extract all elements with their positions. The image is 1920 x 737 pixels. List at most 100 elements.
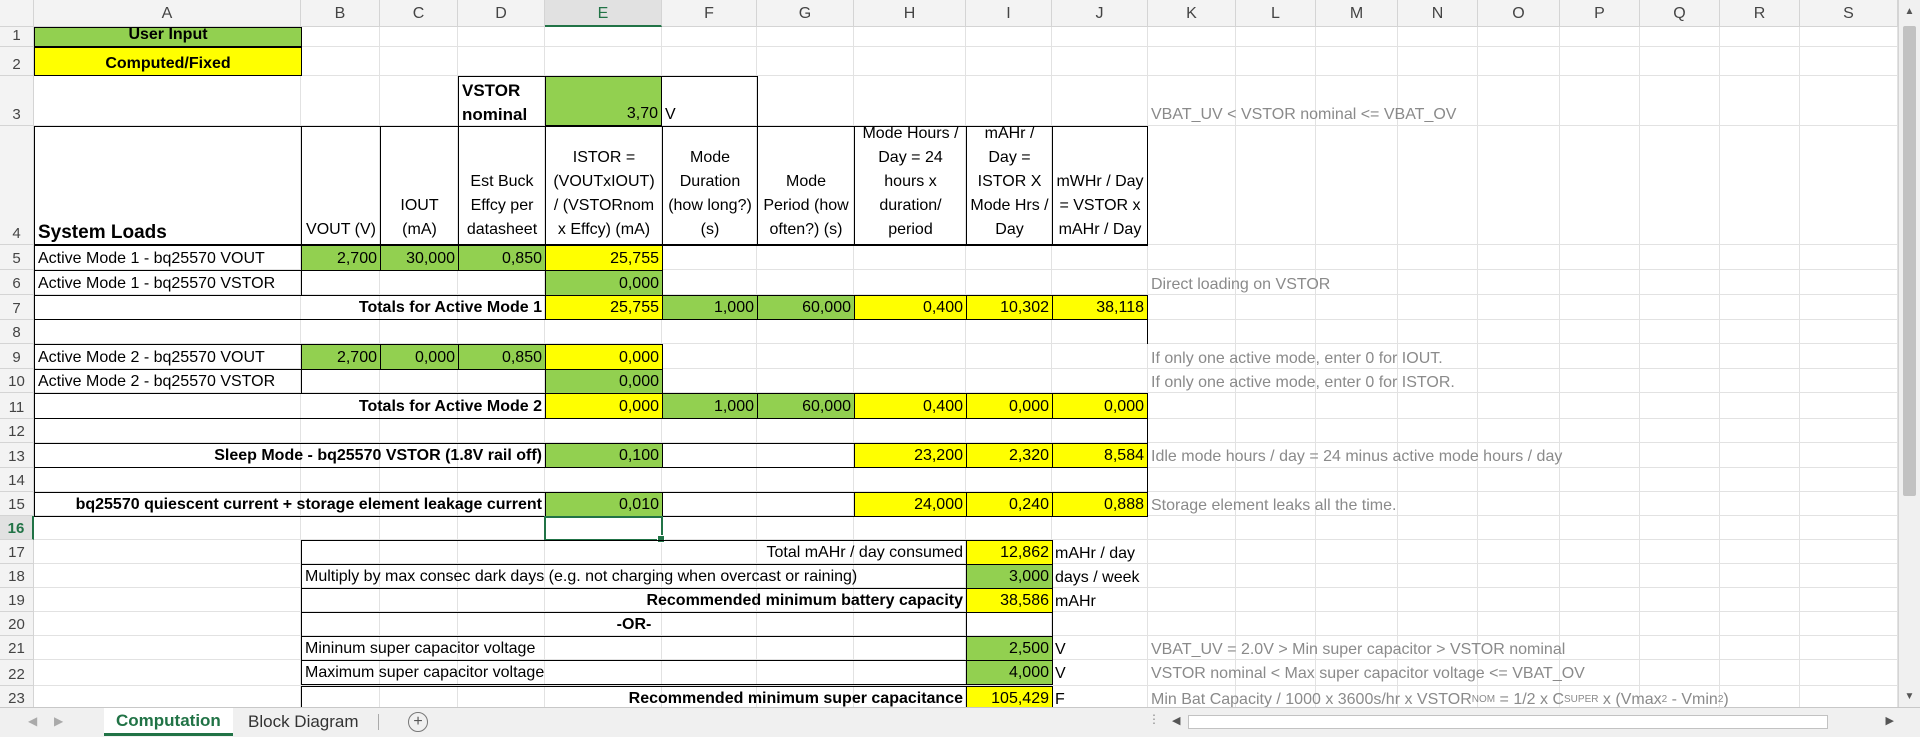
row23-value[interactable]: 105,429 bbox=[966, 686, 1053, 707]
row11-mahr[interactable]: 0,000 bbox=[966, 393, 1053, 419]
row-header-8[interactable]: 8 bbox=[0, 320, 34, 344]
legend-user-input[interactable]: User Input bbox=[34, 27, 302, 47]
row6-label[interactable]: Active Mode 1 - bq25570 VSTOR bbox=[34, 270, 302, 296]
column-header-H[interactable]: H bbox=[854, 0, 966, 27]
select-all-corner[interactable] bbox=[0, 0, 34, 27]
row7-period[interactable]: 60,000 bbox=[757, 295, 855, 320]
row7-label[interactable]: Totals for Active Mode 1 bbox=[34, 295, 546, 320]
row19-value[interactable]: 38,586 bbox=[966, 588, 1053, 613]
row-header-11[interactable]: 11 bbox=[0, 393, 34, 419]
row-header-13[interactable]: 13 bbox=[0, 443, 34, 468]
row5-effcy[interactable]: 0,850 bbox=[458, 245, 546, 271]
row-header-6[interactable]: 6 bbox=[0, 270, 34, 295]
row6-istor[interactable]: 0,000 bbox=[545, 270, 663, 296]
row-header-18[interactable]: 18 bbox=[0, 564, 34, 588]
row-header-23[interactable]: 23 bbox=[0, 686, 34, 707]
row15-mahr[interactable]: 0,240 bbox=[966, 492, 1053, 517]
row9-label[interactable]: Active Mode 2 - bq25570 VOUT bbox=[34, 344, 302, 370]
row9-effcy[interactable]: 0,850 bbox=[458, 344, 546, 370]
row19-label[interactable]: Recommended minimum battery capacity bbox=[301, 588, 967, 613]
column-header-F[interactable]: F bbox=[662, 0, 757, 27]
row5-vout[interactable]: 2,700 bbox=[301, 245, 381, 271]
column-header-E[interactable]: E bbox=[545, 0, 662, 27]
row-header-4[interactable]: 4 bbox=[0, 126, 34, 245]
row10-istor[interactable]: 0,000 bbox=[545, 369, 663, 394]
legend-computed[interactable]: Computed/Fixed bbox=[34, 47, 302, 76]
selected-cell-E16[interactable] bbox=[544, 516, 665, 543]
row11-mwhr[interactable]: 0,000 bbox=[1052, 393, 1148, 419]
row-header-16[interactable]: 16 bbox=[0, 516, 34, 540]
row15-label[interactable]: bq25570 quiescent current + storage elem… bbox=[34, 492, 546, 517]
row9-vout[interactable]: 2,700 bbox=[301, 344, 381, 370]
row-header-7[interactable]: 7 bbox=[0, 295, 34, 320]
row5-istor[interactable]: 25,755 bbox=[545, 245, 663, 271]
row13-hours[interactable]: 23,200 bbox=[854, 443, 967, 468]
row13-mahr[interactable]: 2,320 bbox=[966, 443, 1053, 468]
row17-label[interactable]: Total mAHr / day consumed bbox=[301, 540, 967, 565]
row18-label[interactable]: Multiply by max consec dark days (e.g. n… bbox=[301, 564, 967, 589]
scroll-right-icon[interactable]: ▶ bbox=[1886, 714, 1894, 727]
row10-label[interactable]: Active Mode 2 - bq25570 VSTOR bbox=[34, 369, 302, 394]
column-header-N[interactable]: N bbox=[1398, 0, 1478, 27]
column-header-K[interactable]: K bbox=[1148, 0, 1236, 27]
row-header-22[interactable]: 22 bbox=[0, 660, 34, 686]
vertical-scrollbar[interactable]: ▲ ▼ bbox=[1898, 0, 1920, 707]
row7-istor[interactable]: 25,755 bbox=[545, 295, 663, 320]
row9-istor[interactable]: 0,000 bbox=[545, 344, 663, 370]
column-header-Q[interactable]: Q bbox=[1640, 0, 1720, 27]
add-sheet-icon[interactable]: + bbox=[408, 712, 428, 732]
row11-hours[interactable]: 0,400 bbox=[854, 393, 967, 419]
row21-value[interactable]: 2,500 bbox=[966, 636, 1053, 661]
row22-value[interactable]: 4,000 bbox=[966, 660, 1053, 685]
vertical-scroll-thumb[interactable] bbox=[1903, 26, 1916, 496]
column-header-D[interactable]: D bbox=[458, 0, 545, 27]
column-header-O[interactable]: O bbox=[1478, 0, 1560, 27]
column-header-I[interactable]: I bbox=[966, 0, 1052, 27]
row21-label[interactable]: Mininum super capacitor voltage bbox=[301, 636, 967, 661]
row-header-1[interactable]: 1 bbox=[0, 27, 34, 47]
column-header-S[interactable]: S bbox=[1800, 0, 1898, 27]
row15-hours[interactable]: 24,000 bbox=[854, 492, 967, 517]
spreadsheet-grid[interactable]: ABCDEFGHIJKLMNOPQRS 1 2 3 4 5 6 7 8 9 10 11 12 13 14 1… bbox=[0, 0, 1898, 707]
row9-iout[interactable]: 0,000 bbox=[380, 344, 459, 370]
row-header-19[interactable]: 19 bbox=[0, 588, 34, 612]
row-header-20[interactable]: 20 bbox=[0, 612, 34, 636]
column-header-J[interactable]: J bbox=[1052, 0, 1148, 27]
row22-label[interactable]: Maximum super capacitor voltage bbox=[301, 660, 967, 685]
column-header-M[interactable]: M bbox=[1316, 0, 1398, 27]
scroll-down-icon[interactable]: ▼ bbox=[1901, 687, 1918, 705]
row-header-9[interactable]: 9 bbox=[0, 344, 34, 369]
tab-block-diagram[interactable]: Block Diagram bbox=[236, 708, 371, 736]
row-header-17[interactable]: 17 bbox=[0, 540, 34, 564]
row-header-14[interactable]: 14 bbox=[0, 468, 34, 492]
scroll-left-icon[interactable]: ◀ bbox=[1172, 714, 1180, 727]
row-header-5[interactable]: 5 bbox=[0, 245, 34, 270]
row-header-21[interactable]: 21 bbox=[0, 636, 34, 660]
horizontal-scroll-thumb[interactable] bbox=[1188, 715, 1828, 729]
row17-value[interactable]: 12,862 bbox=[966, 540, 1053, 565]
row7-mahr[interactable]: 10,302 bbox=[966, 295, 1053, 320]
tab-computation[interactable]: Computation bbox=[104, 708, 233, 736]
row18-value[interactable]: 3,000 bbox=[966, 564, 1053, 589]
scroll-up-icon[interactable]: ▲ bbox=[1901, 2, 1918, 20]
column-header-P[interactable]: P bbox=[1560, 0, 1640, 27]
row7-duration[interactable]: 1,000 bbox=[662, 295, 758, 320]
splitter-handle-icon[interactable]: ⋮ bbox=[1148, 712, 1160, 726]
tab-scroll-right-icon[interactable]: ▶ bbox=[54, 714, 63, 728]
row-header-12[interactable]: 12 bbox=[0, 419, 34, 443]
column-header-C[interactable]: C bbox=[380, 0, 458, 27]
column-header-A[interactable]: A bbox=[34, 0, 301, 27]
row23-label[interactable]: Recommended minimum super capacitance bbox=[301, 686, 967, 707]
row13-mwhr[interactable]: 8,584 bbox=[1052, 443, 1148, 468]
row7-hours[interactable]: 0,400 bbox=[854, 295, 967, 320]
row15-istor[interactable]: 0,010 bbox=[545, 492, 663, 517]
row13-istor[interactable]: 0,100 bbox=[545, 443, 663, 468]
row11-period[interactable]: 60,000 bbox=[757, 393, 855, 419]
column-header-R[interactable]: R bbox=[1720, 0, 1800, 27]
column-header-L[interactable]: L bbox=[1236, 0, 1316, 27]
row-header-2[interactable]: 2 bbox=[0, 47, 34, 76]
row11-istor[interactable]: 0,000 bbox=[545, 393, 663, 419]
horizontal-scrollbar[interactable]: ◀ ▶ bbox=[1168, 712, 1898, 732]
row20-label[interactable]: -OR- bbox=[301, 612, 967, 637]
row-header-15[interactable]: 15 bbox=[0, 492, 34, 516]
